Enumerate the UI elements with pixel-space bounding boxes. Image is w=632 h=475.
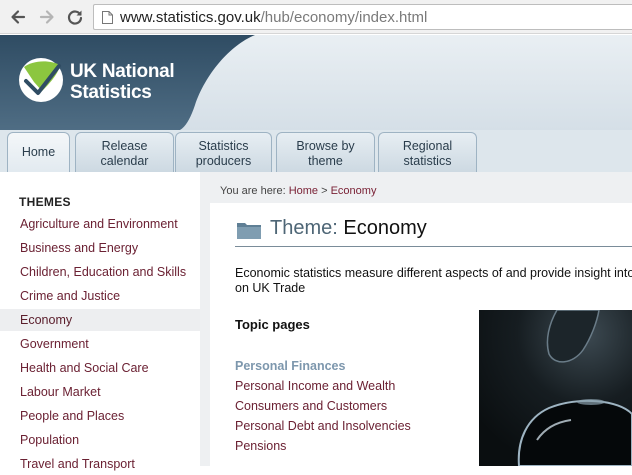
piggy-bank-image bbox=[479, 310, 632, 466]
title-divider bbox=[235, 246, 632, 247]
theme-description: Economic statistics measure different as… bbox=[235, 266, 632, 296]
tab-label: Browse by bbox=[296, 139, 355, 153]
tab-regional-statistics[interactable]: Regional statistics bbox=[378, 132, 477, 172]
breadcrumb: You are here: Home > Economy bbox=[220, 185, 376, 197]
address-bar[interactable]: www.statistics.gov.uk/hub/economy/index.… bbox=[93, 4, 632, 30]
tab-label: Statistics bbox=[198, 139, 249, 153]
logo-line-1: UK National bbox=[70, 61, 175, 82]
sidebar-item-crime[interactable]: Crime and Justice bbox=[0, 285, 200, 307]
page-title-label: Theme: bbox=[270, 217, 344, 239]
breadcrumb-home-link[interactable]: Home bbox=[289, 185, 318, 197]
forward-arrow-icon[interactable] bbox=[35, 5, 59, 29]
sidebar-item-business[interactable]: Business and Energy bbox=[0, 237, 200, 259]
sidebar-item-health[interactable]: Health and Social Care bbox=[0, 357, 200, 379]
topic-link-consumers[interactable]: Consumers and Customers bbox=[235, 399, 387, 413]
topic-pages-heading: Topic pages bbox=[235, 317, 310, 332]
page-title-value: Economy bbox=[343, 217, 427, 239]
page-icon bbox=[102, 11, 113, 24]
tab-label: Regional bbox=[402, 139, 453, 153]
logo-line-2: Statistics bbox=[70, 82, 152, 103]
tab-release-calendar[interactable]: Release calendar bbox=[75, 132, 174, 172]
topic-link-pensions[interactable]: Pensions bbox=[235, 439, 286, 453]
tab-statistics-producers[interactable]: Statistics producers bbox=[175, 132, 272, 172]
tab-home[interactable]: Home bbox=[7, 132, 70, 172]
sidebar-item-agriculture[interactable]: Agriculture and Environment bbox=[0, 213, 200, 235]
personal-finances-heading[interactable]: Personal Finances bbox=[235, 359, 345, 373]
tab-browse-by-theme[interactable]: Browse by theme bbox=[276, 132, 375, 172]
browser-toolbar: www.statistics.gov.uk/hub/economy/index.… bbox=[0, 0, 632, 34]
site-logo-text[interactable]: UK National Statistics bbox=[70, 61, 175, 103]
url-text[interactable]: www.statistics.gov.uk/hub/economy/index.… bbox=[120, 9, 427, 26]
site-header: UK National Statistics Home Release cale… bbox=[0, 35, 632, 172]
tab-label: theme bbox=[308, 154, 343, 168]
back-arrow-icon[interactable] bbox=[6, 5, 30, 29]
sidebar-item-population[interactable]: Population bbox=[0, 429, 200, 451]
tab-label: statistics bbox=[403, 154, 452, 168]
sidebar-item-children-education[interactable]: Children, Education and Skills bbox=[0, 261, 200, 283]
breadcrumb-prefix: You are here: bbox=[220, 185, 289, 197]
ons-logo-icon[interactable] bbox=[18, 57, 64, 103]
folder-icon bbox=[237, 223, 261, 239]
sidebar-item-economy[interactable]: Economy bbox=[0, 309, 200, 331]
tab-label: Home bbox=[21, 145, 56, 159]
sidebar-item-people-places[interactable]: People and Places bbox=[0, 405, 200, 427]
piggy-bank-illustration bbox=[479, 310, 632, 466]
themes-sidebar: THEMES Agriculture and Environment Busin… bbox=[0, 172, 200, 471]
url-domain: www.statistics.gov.uk bbox=[120, 9, 261, 26]
description-line: Economic statistics measure different as… bbox=[235, 266, 632, 280]
breadcrumb-separator: > bbox=[318, 185, 331, 197]
tab-label: Release bbox=[101, 139, 148, 153]
description-line: on UK Trade bbox=[235, 281, 306, 295]
tab-label: calendar bbox=[100, 154, 149, 168]
page-title: Theme: Economy bbox=[270, 217, 427, 240]
sidebar-item-travel-transport[interactable]: Travel and Transport bbox=[0, 453, 200, 475]
sidebar-item-labour-market[interactable]: Labour Market bbox=[0, 381, 200, 403]
sidebar-item-government[interactable]: Government bbox=[0, 333, 200, 355]
reload-icon[interactable] bbox=[63, 5, 87, 29]
tab-label: producers bbox=[195, 154, 252, 168]
themes-heading: THEMES bbox=[19, 195, 71, 209]
topic-link-personal-income[interactable]: Personal Income and Wealth bbox=[235, 379, 395, 393]
url-path: /hub/economy/index.html bbox=[260, 9, 428, 26]
topic-link-personal-debt[interactable]: Personal Debt and Insolvencies bbox=[235, 419, 411, 433]
breadcrumb-current[interactable]: Economy bbox=[331, 185, 377, 197]
